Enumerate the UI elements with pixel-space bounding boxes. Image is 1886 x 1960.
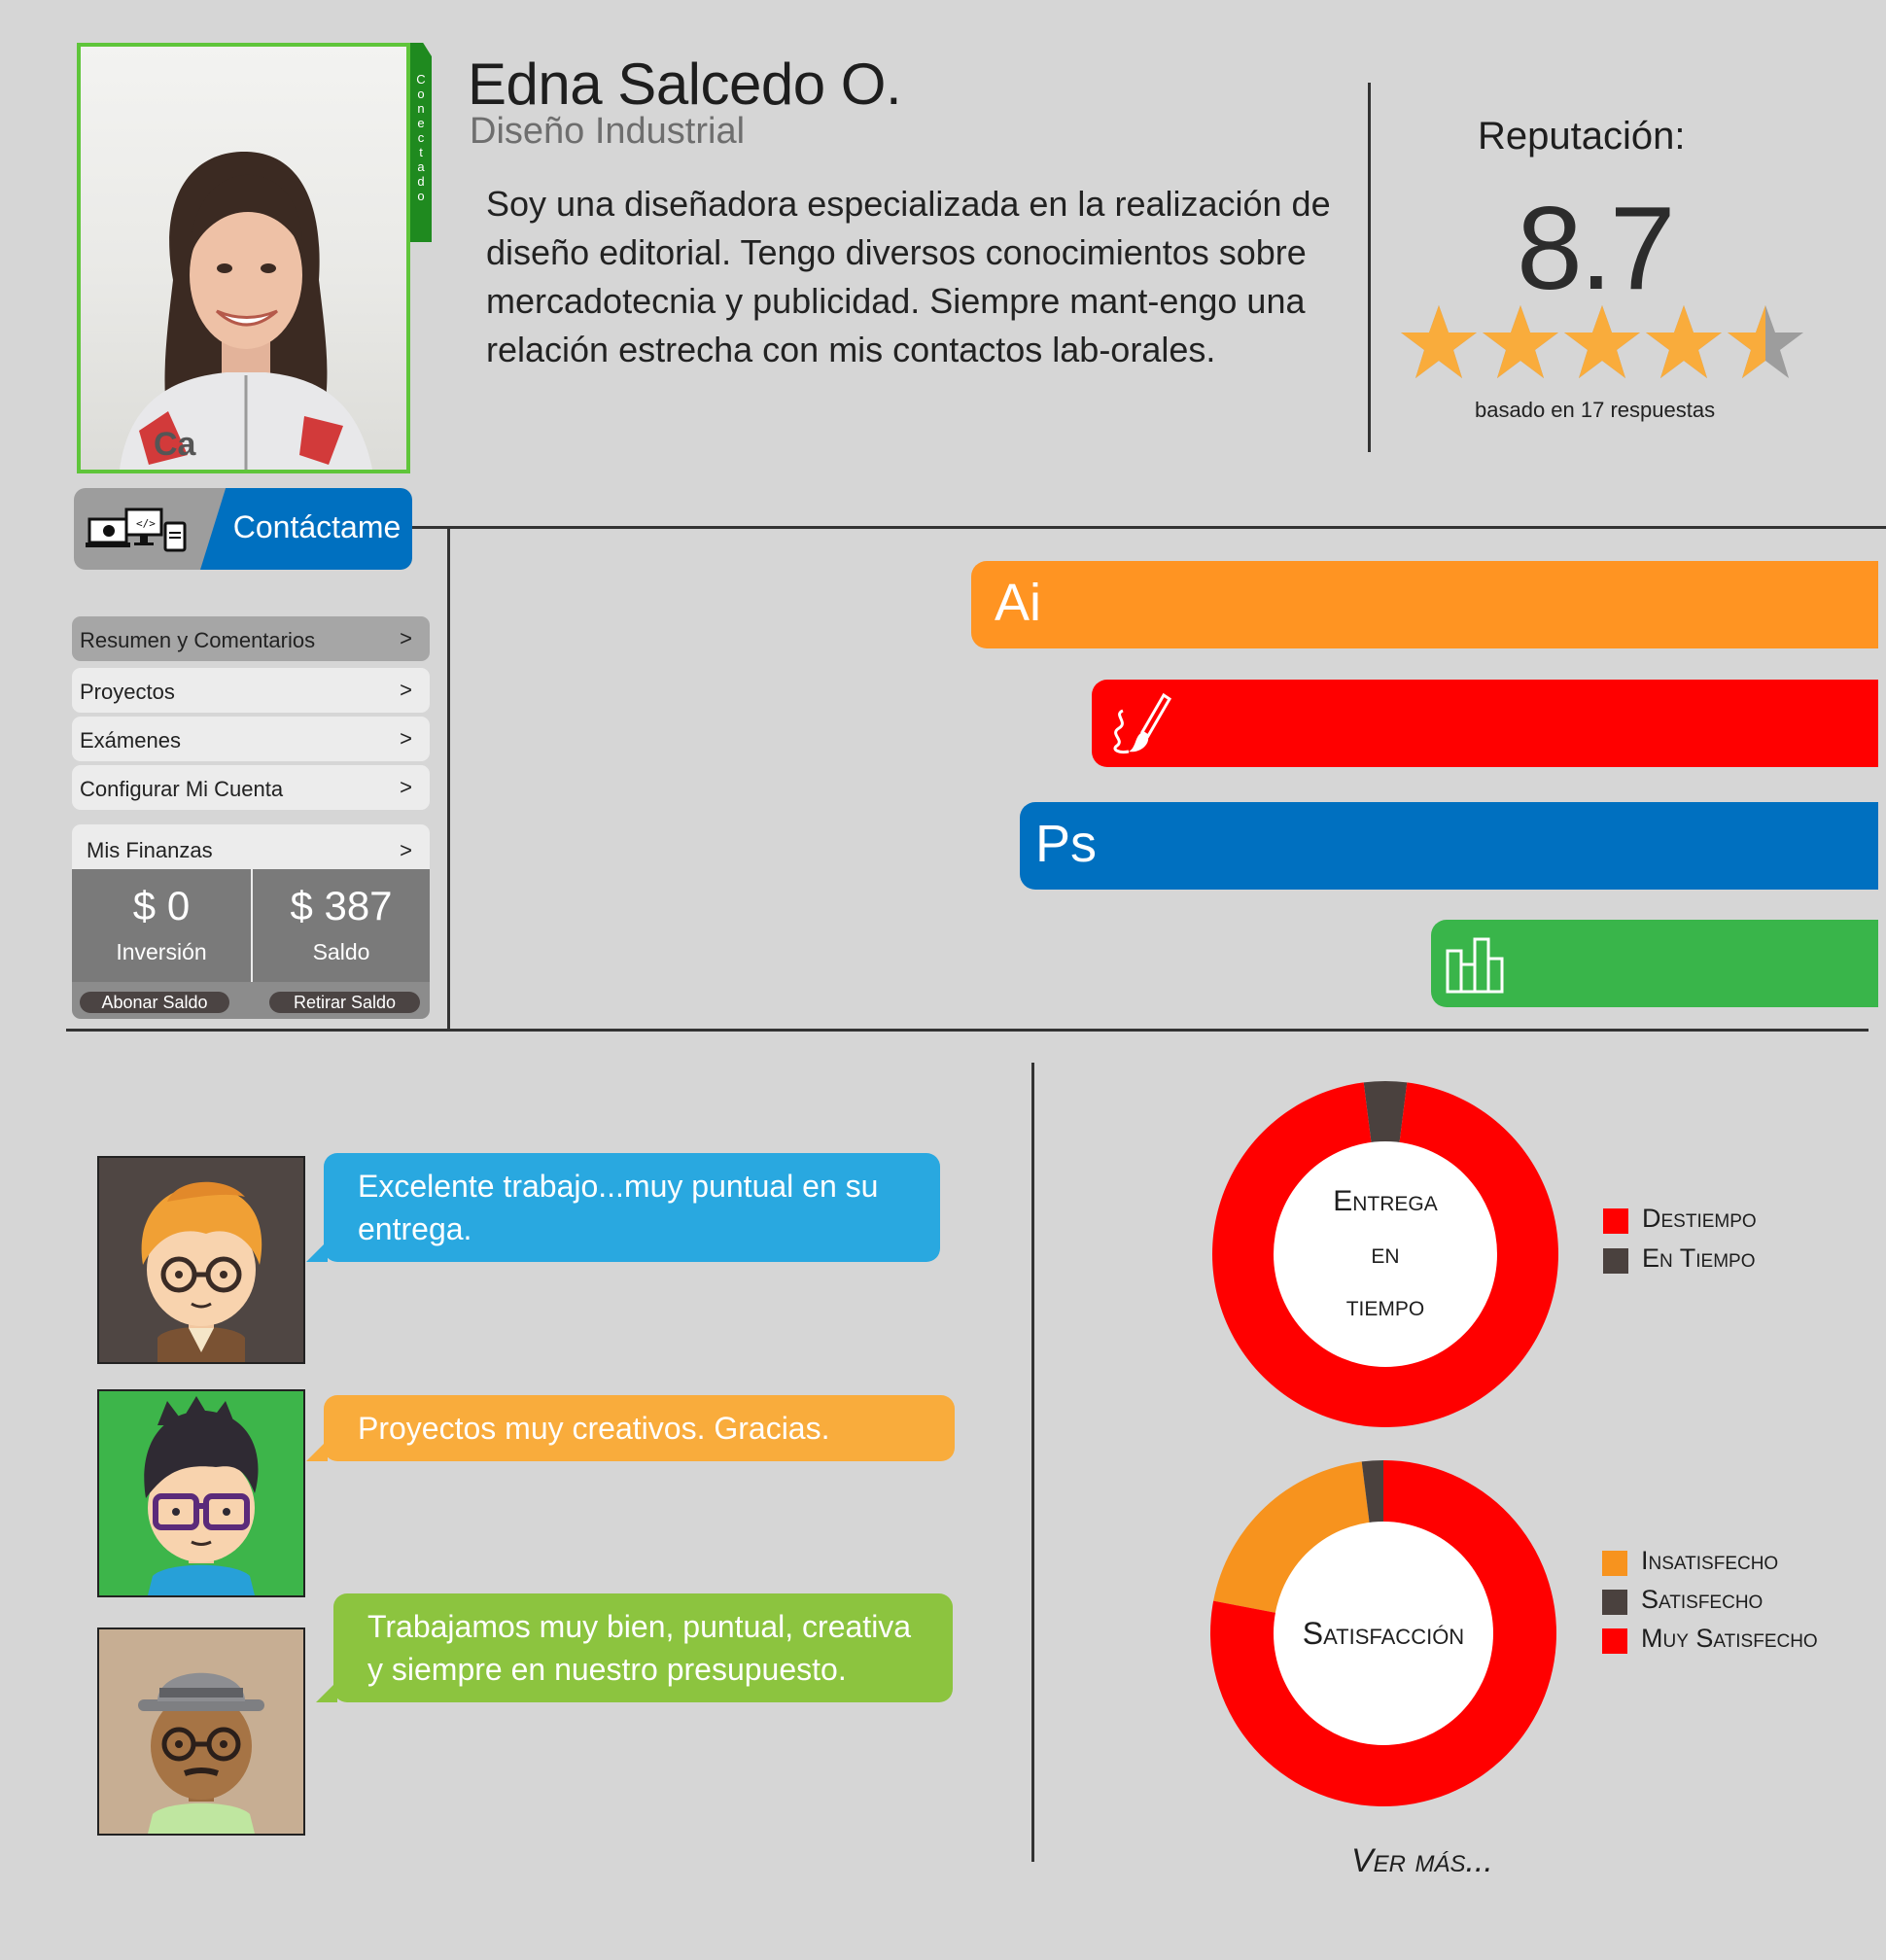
comment-bubble: Trabajamos muy bien, puntual, creativa y…: [316, 1593, 953, 1702]
star-half-icon: [1728, 305, 1803, 378]
menu-item-configurar[interactable]: Configurar Mi Cuenta >: [72, 765, 430, 810]
svg-text:Ca: Ca: [154, 426, 197, 463]
donut-label-line3: tiempo: [1345, 1290, 1425, 1322]
reputation-score: 8.7: [1517, 182, 1676, 314]
status-letter: C: [416, 72, 426, 87]
status-letter: c: [417, 130, 425, 145]
devices-icon: </>: [86, 508, 187, 552]
donut-center-satisfaccion: Satisfacción: [1274, 1522, 1493, 1745]
withdraw-button[interactable]: Retirar Saldo: [269, 992, 420, 1013]
paintbrush-icon: [1113, 692, 1172, 753]
menu-item-label: Resumen y Comentarios: [80, 628, 316, 652]
legend-swatch: [1602, 1551, 1627, 1576]
investment-box: $ 0 Inversión: [72, 869, 251, 982]
reputation-note: basado en 17 respuestas: [1475, 398, 1716, 422]
legend-label: En Tiempo: [1642, 1243, 1756, 1273]
status-letter: d: [417, 174, 425, 189]
legend-label: Insatisfecho: [1641, 1546, 1779, 1575]
legend-item: Muy Satisfecho: [1602, 1624, 1818, 1654]
contact-button[interactable]: </> Contáctame: [74, 488, 412, 570]
investment-amount: $ 0: [132, 883, 191, 928]
legend-label: Satisfecho: [1641, 1585, 1764, 1614]
star-full-icon: [1564, 305, 1640, 378]
donut-label-line1: Entrega: [1333, 1185, 1438, 1217]
status-letter: t: [419, 145, 423, 159]
profile-name: Edna Salcedo O.: [468, 52, 902, 117]
profile-bio: Soy una diseñadora especializada en la r…: [486, 184, 1331, 369]
legend-item: Satisfecho: [1602, 1585, 1764, 1615]
redhead-glasses-avatar: [97, 1156, 305, 1364]
status-tab: Conectado: [410, 43, 432, 242]
legend-swatch: [1603, 1248, 1628, 1274]
section-divider-middle: [66, 1029, 1869, 1032]
status-letter: o: [417, 189, 425, 203]
legend-item: En Tiempo: [1603, 1243, 1756, 1274]
donut-label: Satisfacción: [1302, 1615, 1465, 1651]
ver-mas-link[interactable]: Ver más...: [1351, 1842, 1493, 1880]
comment-text: Trabajamos muy bien, puntual, creativa y…: [367, 1609, 912, 1687]
reputation-title: Reputación:: [1478, 115, 1686, 158]
comment-bubble: Proyectos muy creativos. Gracias.: [306, 1395, 955, 1461]
skill-bar-charts: [1431, 920, 1878, 1007]
star-full-icon: [1646, 305, 1722, 378]
chevron-right-icon: >: [400, 678, 412, 702]
finance-title[interactable]: Mis Finanzas: [87, 838, 213, 863]
legend-item: Insatisfecho: [1602, 1546, 1779, 1576]
menu-item-label: Exámenes: [80, 728, 181, 752]
comment-bubble: Excelente trabajo...muy puntual en su en…: [306, 1153, 940, 1262]
donut-label-line2: en: [1371, 1238, 1400, 1270]
menu-item-proyectos[interactable]: Proyectos >: [72, 668, 430, 713]
skill-bar-drawing: [1092, 680, 1878, 767]
legend-label: Muy Satisfecho: [1641, 1624, 1818, 1653]
investment-label: Inversión: [116, 939, 207, 964]
star-full-icon: [1401, 305, 1477, 378]
hat-glasses-avatar: [97, 1628, 305, 1836]
skill-bar-photoshop: Ps: [1020, 802, 1878, 890]
balance-label: Saldo: [312, 939, 370, 964]
balance-amount: $ 387: [290, 883, 393, 928]
menu-item-label: Configurar Mi Cuenta: [80, 777, 284, 801]
star-full-icon: [1483, 305, 1558, 378]
dark-hair-glasses-avatar: [97, 1389, 305, 1597]
illustrator-icon: Ai: [995, 574, 1042, 632]
section-divider-top: [412, 526, 1886, 529]
menu-item-label: Proyectos: [80, 680, 175, 704]
legend-item: Destiempo: [1603, 1204, 1757, 1234]
status-label: Conectado: [410, 72, 432, 203]
comment-text: Proyectos muy creativos. Gracias.: [358, 1411, 830, 1446]
chevron-right-icon[interactable]: >: [400, 838, 412, 863]
bar-chart-icon: [1446, 937, 1504, 994]
photoshop-icon: Ps: [1035, 815, 1098, 873]
profile-profession: Diseño Industrial: [470, 111, 746, 152]
comments-divider: [1031, 1063, 1034, 1862]
balance-box: $ 387 Saldo: [253, 869, 430, 982]
status-letter: n: [417, 101, 425, 116]
finance-panel: Mis Finanzas > $ 0 Inversión $ 387 Saldo…: [72, 824, 430, 1019]
chevron-right-icon: >: [400, 626, 412, 650]
legend-label: Destiempo: [1642, 1204, 1757, 1233]
donut-center-entrega: Entrega en tiempo: [1274, 1141, 1497, 1367]
legend-swatch: [1602, 1628, 1627, 1654]
profile-photo: Ca: [77, 43, 410, 473]
reputation-divider: [1368, 83, 1371, 452]
status-letter: e: [417, 116, 425, 130]
legend-swatch: [1602, 1590, 1627, 1615]
skill-bar-illustrator: Ai: [971, 561, 1878, 648]
chevron-right-icon: >: [400, 775, 412, 799]
menu-item-examenes[interactable]: Exámenes >: [72, 717, 430, 761]
chevron-right-icon: >: [400, 726, 412, 751]
status-letter: a: [417, 159, 425, 174]
comment-text: Excelente trabajo...muy puntual en su en…: [358, 1169, 879, 1246]
contact-label: Contáctame: [232, 509, 402, 544]
deposit-button[interactable]: Abonar Saldo: [80, 992, 229, 1013]
sidebar-divider: [447, 526, 450, 1032]
menu-item-resumen[interactable]: Resumen y Comentarios >: [72, 616, 430, 661]
legend-swatch: [1603, 1208, 1628, 1234]
status-letter: o: [417, 87, 425, 101]
svg-text:</>: </>: [136, 517, 156, 530]
